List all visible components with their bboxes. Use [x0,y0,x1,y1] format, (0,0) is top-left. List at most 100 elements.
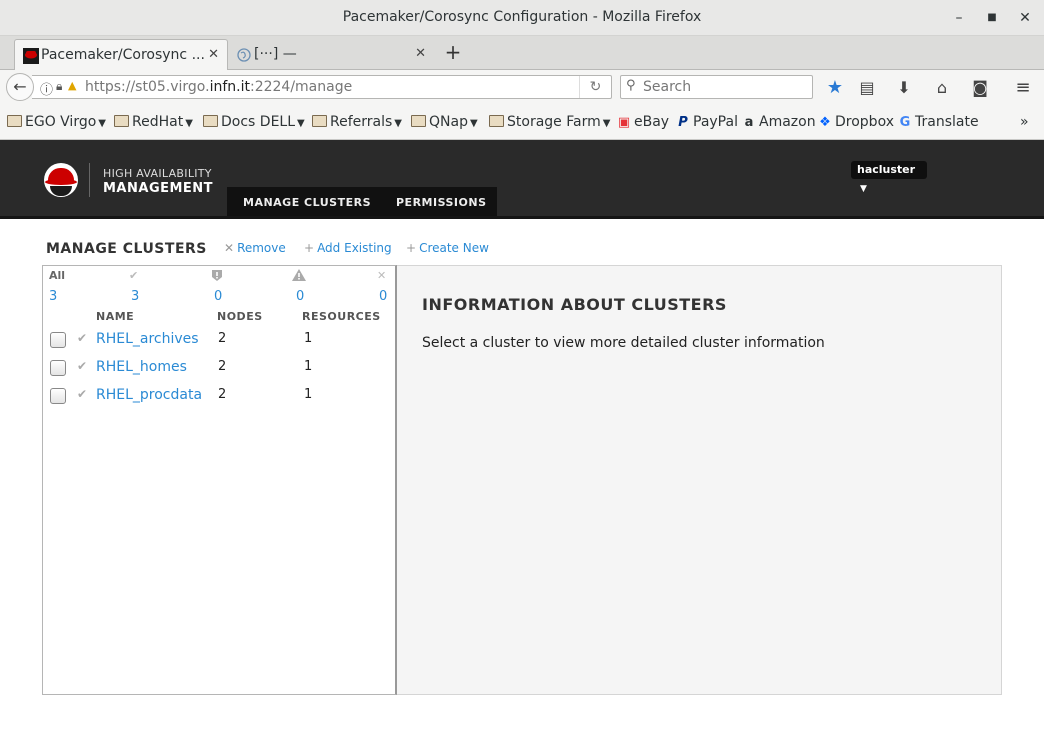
bookmark-paypal[interactable]: P PayPal [675,114,738,130]
row-checkbox[interactable] [50,388,66,404]
brand-title: MANAGEMENT [103,181,214,196]
cluster-info-panel: INFORMATION ABOUT CLUSTERS Select a clus… [397,265,1002,695]
page-title: MANAGE CLUSTERS [46,241,207,257]
bookmark-dropbox[interactable]: ❖ Dropbox [817,114,894,130]
plus-icon: + [406,241,417,255]
reload-icon[interactable]: ↻ [579,76,611,98]
tab-pacemaker[interactable]: Pacemaker/Corosync ... ✕ [14,39,228,70]
search-box[interactable]: ⚲ [620,75,813,99]
menu-icon[interactable]: ≡ [1012,77,1034,99]
bookmark-folder-qnap[interactable]: QNap ▼ [411,114,478,130]
bookmark-folder-referrals[interactable]: Referrals ▼ [312,114,402,130]
bookmarks-overflow-button[interactable]: » [1020,114,1029,130]
brand-subtitle: HIGH AVAILABILITY [103,167,212,180]
table-row[interactable]: ✔ RHEL_procdata 2 1 [43,386,393,414]
bookmark-folder-redhat[interactable]: RedHat ▼ [114,114,193,130]
cluster-name-link[interactable]: RHEL_archives [96,331,199,347]
minimize-button[interactable]: – [950,9,968,27]
status-ok-icon: ✔ [77,331,88,345]
close-tab-icon[interactable]: ✕ [415,39,426,69]
tab-second[interactable]: [···] — ✕ [228,39,434,70]
tab-label: [···] — [254,46,297,62]
cluster-nodes: 2 [218,387,227,402]
user-menu-button[interactable]: hacluster ▼ [851,161,927,194]
bookmarks-toolbar: EGO Virgo ▼ RedHat ▼ Docs DELL ▼ Referrals ▼… [0,105,1044,140]
paypal-icon: P [678,115,688,130]
ok-filter-icon[interactable]: ✔ [129,269,138,282]
column-header-resources: RESOURCES [302,310,381,323]
add-existing-button[interactable]: + Add Existing [304,241,392,255]
filter-all-label[interactable]: All [49,269,65,282]
maximize-button[interactable]: ■ [983,9,1001,27]
info-text: Select a cluster to view more detailed c… [422,335,825,351]
search-icon: ⚲ [626,78,636,93]
tab-label: Pacemaker/Corosync ... [41,47,205,63]
folder-icon [114,115,129,127]
chevron-down-icon: ▼ [297,118,305,129]
cluster-name-link[interactable]: RHEL_homes [96,359,187,375]
cluster-nodes: 2 [218,359,227,374]
table-row[interactable]: ✔ RHEL_homes 2 1 [43,358,393,386]
table-row[interactable]: ✔ RHEL_archives 2 1 [43,330,393,358]
create-new-button[interactable]: + Create New [406,241,489,255]
amazon-icon: a [744,115,754,130]
lock-icon: 🔒︎ [56,79,63,93]
folder-icon [489,115,504,127]
nav-permissions[interactable]: PERMISSIONS [396,196,487,209]
folder-icon [312,115,327,127]
close-tab-icon[interactable]: ✕ [208,40,219,70]
url-bar[interactable]: ⓘ 🔒︎ ▲ https://st05.virgo.infn.it:2224/m… [32,75,612,99]
unknown-filter-icon[interactable]: ✕ [377,269,386,282]
bookmark-folder-storage-farm[interactable]: Storage Farm ▼ [489,114,610,130]
folder-icon [411,115,426,127]
globe-icon [237,48,251,62]
bookmark-folder-docs-dell[interactable]: Docs DELL ▼ [203,114,305,130]
cluster-resources: 1 [304,359,313,374]
warning-icon: ▲ [68,79,77,92]
cluster-list-panel: All ✔ ✕ 3 3 0 0 0 NAME NODES RESOURCES ✔… [42,265,397,695]
back-button[interactable]: ← [6,73,34,101]
main-nav: MANAGE CLUSTERS PERMISSIONS [227,187,497,216]
nav-manage-clusters[interactable]: MANAGE CLUSTERS [243,196,371,209]
status-ok-icon: ✔ [77,359,88,373]
bookmark-translate[interactable]: G Translate [897,114,979,130]
bookmark-ebay[interactable]: ▣ eBay [616,114,669,130]
count-all[interactable]: 3 [49,289,57,304]
chevron-down-icon: ▼ [98,118,106,129]
status-ok-icon: ✔ [77,387,88,401]
pocket-icon[interactable]: ◙ [969,77,991,99]
url-text: https://st05.virgo.infn.it:2224/manage [85,79,353,95]
cluster-nodes: 2 [218,331,227,346]
bookmark-amazon[interactable]: a Amazon [741,114,816,130]
new-tab-button[interactable]: + [442,37,464,67]
column-header-nodes: NODES [217,310,263,323]
home-icon[interactable]: ⌂ [931,77,953,99]
folder-icon [203,115,218,127]
window-title: Pacemaker/Corosync Configuration - Mozil… [342,9,702,25]
close-window-button[interactable]: ✕ [1016,9,1034,27]
search-input[interactable] [643,78,803,96]
count-unknown[interactable]: 0 [379,289,387,304]
redhat-logo [44,163,78,197]
window-titlebar: Pacemaker/Corosync Configuration - Mozil… [0,0,1044,36]
row-checkbox[interactable] [50,332,66,348]
ebay-icon: ▣ [617,115,631,130]
reader-list-icon[interactable]: ▤ [856,77,878,99]
count-ok[interactable]: 3 [131,289,139,304]
caret-down-icon: ▼ [860,184,867,194]
chevron-down-icon: ▼ [185,118,193,129]
download-icon[interactable]: ⬇ [893,77,915,99]
row-checkbox[interactable] [50,360,66,376]
info-icon[interactable]: ⓘ [40,79,53,98]
plus-icon: + [304,241,315,255]
cluster-name-link[interactable]: RHEL_procdata [96,387,202,403]
header-divider [89,163,90,197]
error-filter-icon[interactable] [211,269,223,285]
chevron-down-icon: ▼ [469,118,478,129]
bookmark-star-icon[interactable]: ★ [824,77,846,99]
bookmark-folder-ego-virgo[interactable]: EGO Virgo ▼ [7,114,106,130]
count-warning[interactable]: 0 [296,289,304,304]
remove-button[interactable]: ✕ Remove [224,241,286,255]
count-error[interactable]: 0 [214,289,222,304]
warning-filter-icon[interactable] [292,269,306,284]
